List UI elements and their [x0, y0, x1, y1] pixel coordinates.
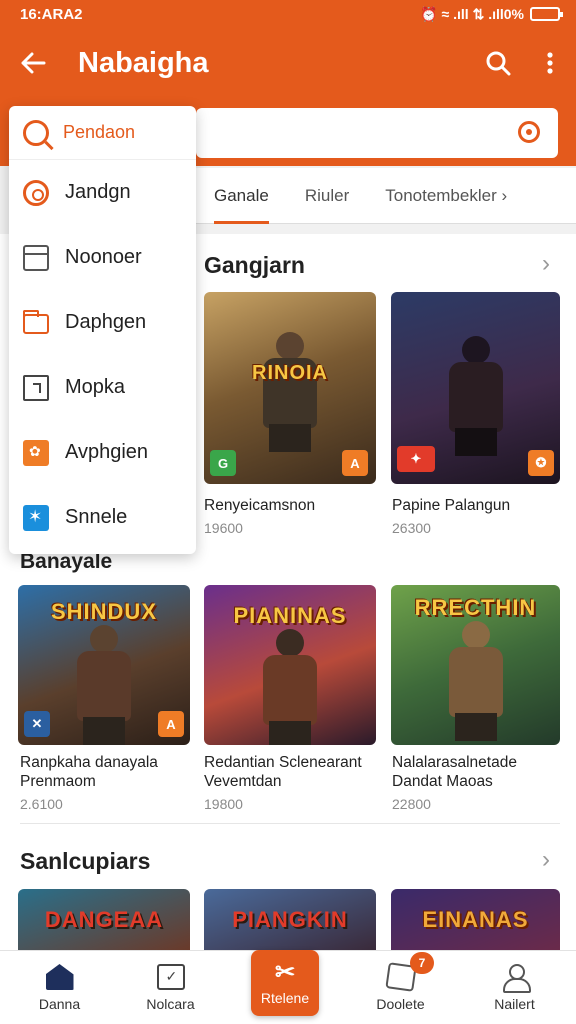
character-art	[255, 332, 325, 452]
dropdown-menu: Pendaon Jandgn Noonoer Daphgen Mopka Avp…	[9, 106, 196, 554]
game-art-title: PIANGKIN	[232, 907, 348, 932]
section-title: Gangjarn	[204, 252, 305, 278]
notification-badge: 7	[410, 952, 434, 974]
character-art	[69, 625, 139, 745]
game-thumbnail[interactable]: RINOIA G A	[204, 292, 376, 484]
game-thumbnail[interactable]: EINANAS	[391, 889, 560, 950]
menu-item-jandgn[interactable]: Jandgn	[9, 160, 196, 225]
search-icon	[23, 119, 49, 146]
chevron-right-icon[interactable]: ›	[542, 846, 550, 874]
character-art	[441, 336, 511, 456]
game-badge-right: A	[158, 711, 184, 737]
section-title: Sanlcupiars	[20, 848, 151, 874]
game-title[interactable]: Renyeicamsnon	[204, 496, 380, 515]
character-art	[255, 629, 325, 745]
game-title[interactable]: Redantian Sclenearant Vevemtdan	[204, 753, 380, 791]
game-badge-right: ✪	[528, 450, 554, 476]
nav-label: Doolete	[376, 996, 425, 1012]
game-title[interactable]: Nalalarasalnetade Dandat Maoas	[392, 753, 566, 791]
tab-label: Tonotembekler	[385, 185, 497, 205]
menu-item-label: Snnele	[65, 506, 128, 528]
nav-nolcara[interactable]: Nolcara	[113, 951, 228, 1024]
tab-bar: Ganale Riuler Tonotembekler ›	[196, 168, 576, 224]
menu-header[interactable]: Pendaon	[9, 106, 196, 160]
game-thumbnail[interactable]: RRECTHIN	[391, 585, 560, 745]
flower-icon	[23, 439, 49, 466]
game-badge-left: ✦	[397, 446, 435, 472]
nav-center-action-button[interactable]: ✂ Rtelene	[251, 950, 319, 1016]
game-thumbnail[interactable]: ✦ ✪	[391, 292, 560, 484]
section-divider	[20, 823, 560, 824]
game-count: 22800	[392, 796, 431, 812]
search-input[interactable]	[196, 108, 558, 158]
status-icons: ⏰ ≈ .ıll ⇅ .ıll0%	[420, 5, 563, 23]
game-art-title: SHINDUX	[50, 599, 157, 624]
game-art-title: PIANINAS	[233, 603, 347, 628]
chevron-right-icon[interactable]: ›	[542, 250, 550, 278]
menu-item-snnele[interactable]: Snnele	[9, 485, 196, 550]
character-art	[441, 621, 511, 741]
home-icon	[45, 964, 74, 990]
menu-item-label: Mopka	[65, 376, 126, 398]
tab-label: Riuler	[304, 185, 350, 205]
clear-icon[interactable]	[518, 121, 540, 143]
nav-nailert[interactable]: Nailert	[457, 951, 572, 1024]
search-icon[interactable]	[472, 28, 524, 98]
menu-item-label: Daphgen	[65, 311, 147, 333]
ring-icon	[23, 179, 49, 206]
tab-label: Ganale	[214, 185, 269, 205]
tab-tonotembekler[interactable]: Tonotembekler ›	[367, 168, 525, 224]
game-art-title: EINANAS	[422, 907, 529, 932]
game-thumbnail[interactable]: SHINDUX ✕ A	[18, 585, 190, 745]
game-title[interactable]: Ranpkaha danayala Prenmaom	[20, 753, 190, 791]
game-thumbnail[interactable]: DANGEAA	[18, 889, 190, 950]
chat-icon	[156, 964, 185, 990]
nav-label: Nolcara	[146, 996, 195, 1012]
nav-label: Danna	[38, 996, 81, 1012]
status-time: 16:ARA2	[20, 5, 83, 23]
menu-item-daphgen[interactable]: Daphgen	[9, 290, 196, 355]
game-count: 26300	[392, 520, 431, 536]
status-bar: 16:ARA2 ⏰ ≈ .ıll ⇅ .ıll0%	[0, 0, 576, 28]
square-icon	[23, 374, 49, 401]
game-count: 19600	[204, 520, 243, 536]
menu-item-avphgien[interactable]: Avphgien	[9, 420, 196, 485]
game-count: 2.6100	[20, 796, 63, 812]
user-icon	[501, 964, 531, 993]
nav-label: Nailert	[494, 996, 535, 1012]
game-thumbnail[interactable]: PIANGKIN	[204, 889, 376, 950]
box-icon	[23, 244, 49, 271]
menu-item-label: Avphgien	[65, 441, 149, 463]
game-art-title: DANGEAA	[44, 907, 164, 932]
game-count: 19800	[204, 796, 243, 812]
menu-item-label: Jandgn	[65, 181, 131, 203]
menu-item-noonoer[interactable]: Noonoer	[9, 225, 196, 290]
folder-icon	[23, 310, 49, 334]
game-badge-right: A	[342, 450, 368, 476]
game-badge-left: G	[210, 450, 236, 476]
star-icon	[23, 504, 49, 531]
game-badge-left: ✕	[24, 711, 50, 737]
more-vert-icon[interactable]	[524, 28, 576, 98]
tab-riuler[interactable]: Riuler	[287, 168, 367, 224]
menu-item-label: Noonoer	[65, 246, 142, 268]
menu-header-label: Pendaon	[63, 122, 136, 142]
game-title[interactable]: Papine Palangun	[392, 496, 562, 515]
nav-doolete[interactable]: Doolete	[343, 951, 458, 1024]
tabs-more-icon[interactable]: ›	[501, 186, 507, 206]
game-art-title: RRECTHIN	[414, 595, 537, 620]
menu-item-mopka[interactable]: Mopka	[9, 355, 196, 420]
nav-danna[interactable]: Danna	[2, 951, 117, 1024]
back-arrow-icon[interactable]	[0, 28, 66, 98]
battery-icon	[530, 7, 563, 21]
tab-ganale[interactable]: Ganale	[196, 168, 287, 224]
app-bar: Nabaigha	[0, 28, 576, 98]
nav-label: Rtelene	[260, 990, 310, 1006]
game-art-title: RINOIA	[252, 362, 328, 384]
game-thumbnail[interactable]: PIANINAS	[204, 585, 376, 745]
status-indicators: ⏰ ≈ .ıll ⇅ .ıll0%	[420, 5, 524, 22]
center-action-icon: ✂	[274, 959, 296, 986]
page-title: Nabaigha	[78, 46, 209, 79]
